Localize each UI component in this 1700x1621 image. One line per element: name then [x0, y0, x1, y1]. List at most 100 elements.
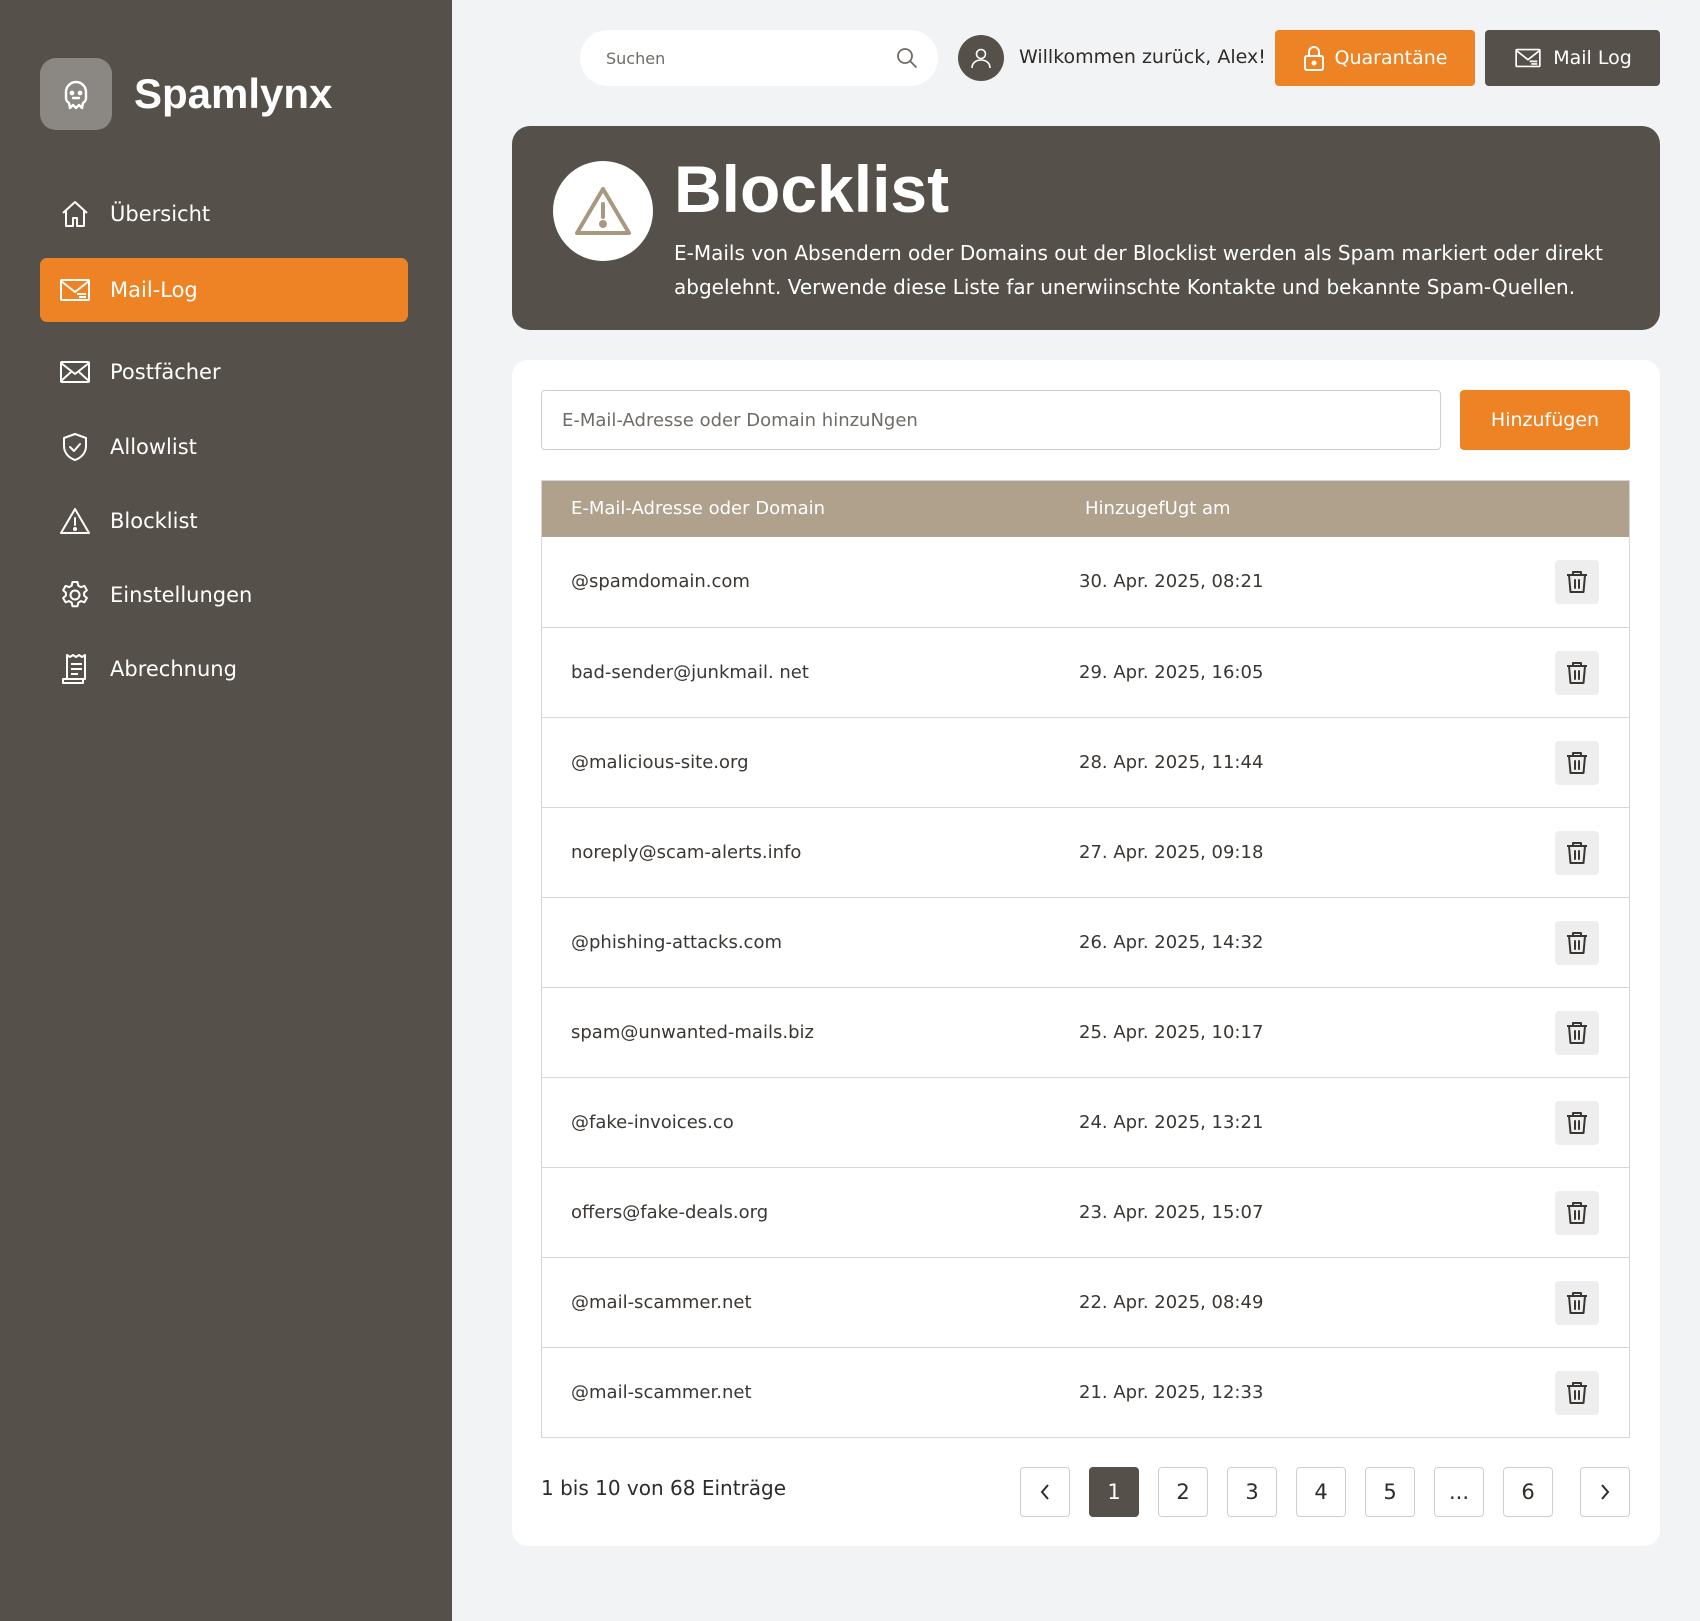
column-header-address[interactable]: E-Mail-Adresse oder Domain	[571, 498, 825, 519]
lock-icon	[1303, 46, 1324, 71]
page-button[interactable]: 1	[1089, 1467, 1139, 1517]
row-address: @mail-scammer.net	[571, 1292, 752, 1313]
delete-button[interactable]	[1555, 560, 1599, 604]
delete-button[interactable]	[1555, 921, 1599, 965]
quarantine-label: Quarantäne	[1334, 47, 1448, 69]
page-button[interactable]: 4	[1296, 1467, 1346, 1517]
trash-icon	[1567, 752, 1587, 774]
sidebar-item-label: Blocklist	[110, 509, 198, 533]
table-row: noreply@scam-alerts.info 27. Apr. 2025, 0…	[542, 807, 1629, 897]
row-date: 25. Apr. 2025, 10:17	[1079, 1022, 1264, 1043]
sidebar-item-label: Einstellungen	[110, 583, 253, 607]
ghost-logo-icon	[40, 58, 112, 130]
table-body: @spamdomain.com 30. Apr. 2025, 08:21 bad-s…	[542, 537, 1629, 1437]
table-header: E-Mail-Adresse oder Domain HinzugefUgt a…	[542, 481, 1629, 537]
warning-triangle-icon	[553, 161, 653, 261]
table-row: @mail-scammer.net 21. Apr. 2025, 12:33	[542, 1347, 1629, 1437]
row-date: 27. Apr. 2025, 09:18	[1079, 842, 1264, 863]
delete-button[interactable]	[1555, 1191, 1599, 1235]
table-row: @fake-invoices.co 24. Apr. 2025, 13:21	[542, 1077, 1629, 1167]
add-button[interactable]: Hinzufügen	[1460, 390, 1630, 450]
delete-button[interactable]	[1555, 651, 1599, 695]
mail-log-button[interactable]: Mail Log	[1485, 30, 1660, 86]
app-name: Spamlynx	[134, 70, 333, 117]
sidebar-item-blocklist[interactable]: Blocklist	[40, 489, 408, 553]
add-entry-placeholder: E-Mail-Adresse oder Domain hinzuNgen	[562, 409, 918, 431]
gear-icon	[58, 578, 92, 612]
sidebar-item-postfaecher[interactable]: Postfächer	[40, 340, 408, 404]
page-button[interactable]: 3	[1227, 1467, 1277, 1517]
page-button[interactable]: 5	[1365, 1467, 1415, 1517]
row-address: @spamdomain.com	[571, 571, 750, 592]
sidebar-item-label: Allowlist	[110, 435, 197, 459]
table-row: bad-sender@junkmail. net 29. Apr. 2025, 1…	[542, 627, 1629, 717]
mailbox-icon	[58, 355, 92, 389]
page-header: Blocklist E-Mails von Absendern oder Dom…	[512, 126, 1660, 330]
blocklist-table: E-Mail-Adresse oder Domain HinzugefUgt a…	[541, 480, 1630, 1438]
sidebar-item-uebersicht[interactable]: Übersicht	[40, 182, 408, 246]
delete-button[interactable]	[1555, 1101, 1599, 1145]
sidebar-item-mail-log[interactable]: Mail-Log	[40, 258, 408, 322]
table-row: @spamdomain.com 30. Apr. 2025, 08:21	[542, 537, 1629, 627]
warning-triangle-icon	[58, 504, 92, 538]
row-address: @mail-scammer.net	[571, 1382, 752, 1403]
page-button[interactable]: 2	[1158, 1467, 1208, 1517]
mail-log-icon	[1515, 48, 1541, 68]
trash-icon	[1567, 1022, 1587, 1044]
row-date: 21. Apr. 2025, 12:33	[1079, 1382, 1264, 1403]
prev-page-button[interactable]	[1020, 1467, 1070, 1517]
delete-button[interactable]	[1555, 1011, 1599, 1055]
row-address: @phishing-attacks.com	[571, 932, 782, 953]
sidebar: Spamlynx Übersicht Mail-Log Postfächer A…	[0, 0, 452, 1621]
mail-log-icon	[58, 273, 92, 307]
row-date: 22. Apr. 2025, 08:49	[1079, 1292, 1264, 1313]
trash-icon	[1567, 1112, 1587, 1134]
brand[interactable]: Spamlynx	[40, 58, 332, 130]
search-icon[interactable]	[896, 47, 918, 69]
trash-icon	[1567, 842, 1587, 864]
sidebar-item-label: Mail-Log	[110, 278, 198, 302]
trash-icon	[1567, 1292, 1587, 1314]
delete-button[interactable]	[1555, 831, 1599, 875]
row-address: @malicious-site.org	[571, 752, 749, 773]
pagination-summary: 1 bis 10 von 68 Einträge	[541, 1476, 787, 1500]
row-date: 23. Apr. 2025, 15:07	[1079, 1202, 1264, 1223]
table-row: spam@unwanted-mails.biz 25. Apr. 2025, 10…	[542, 987, 1629, 1077]
search-input[interactable]: Suchen	[580, 30, 938, 86]
table-row: @malicious-site.org 28. Apr. 2025, 11:44	[542, 717, 1629, 807]
add-entry-input[interactable]: E-Mail-Adresse oder Domain hinzuNgen	[541, 390, 1441, 450]
search-placeholder: Suchen	[606, 48, 666, 68]
sidebar-item-einstellungen[interactable]: Einstellungen	[40, 563, 408, 627]
next-page-button[interactable]	[1580, 1467, 1630, 1517]
column-header-date[interactable]: HinzugefUgt am	[1085, 498, 1231, 519]
delete-button[interactable]	[1555, 1371, 1599, 1415]
receipt-icon	[58, 652, 92, 686]
page-description: E-Mails von Absendern oder Domains out d…	[674, 241, 1603, 299]
sidebar-item-allowlist[interactable]: Allowlist	[40, 415, 408, 479]
delete-button[interactable]	[1555, 741, 1599, 785]
row-date: 24. Apr. 2025, 13:21	[1079, 1112, 1264, 1133]
row-address: noreply@scam-alerts.info	[571, 842, 802, 863]
table-row: @phishing-attacks.com 26. Apr. 2025, 14:3…	[542, 897, 1629, 987]
row-address: offers@fake-deals.org	[571, 1202, 769, 1223]
chevron-left-icon	[1040, 1484, 1049, 1500]
row-date: 30. Apr. 2025, 08:21	[1079, 571, 1264, 592]
row-address: spam@unwanted-mails.biz	[571, 1022, 814, 1043]
quarantine-button[interactable]: Quarantäne	[1275, 30, 1475, 86]
avatar[interactable]	[958, 35, 1004, 81]
trash-icon	[1567, 932, 1587, 954]
row-date: 29. Apr. 2025, 16:05	[1079, 662, 1264, 683]
mail-log-label: Mail Log	[1553, 47, 1632, 69]
chevron-right-icon	[1601, 1484, 1610, 1500]
table-row: @mail-scammer.net 22. Apr. 2025, 08:49	[542, 1257, 1629, 1347]
sidebar-item-abrechnung[interactable]: Abrechnung	[40, 637, 408, 701]
home-icon	[58, 197, 92, 231]
trash-icon	[1567, 1382, 1587, 1404]
page-ellipsis: ...	[1434, 1467, 1484, 1517]
page-button[interactable]: 6	[1503, 1467, 1553, 1517]
sidebar-item-label: Postfächer	[110, 360, 221, 384]
welcome-text: Willkommen zurück, Alex!	[1019, 46, 1266, 68]
user-icon	[971, 48, 991, 69]
trash-icon	[1567, 571, 1587, 593]
delete-button[interactable]	[1555, 1281, 1599, 1325]
